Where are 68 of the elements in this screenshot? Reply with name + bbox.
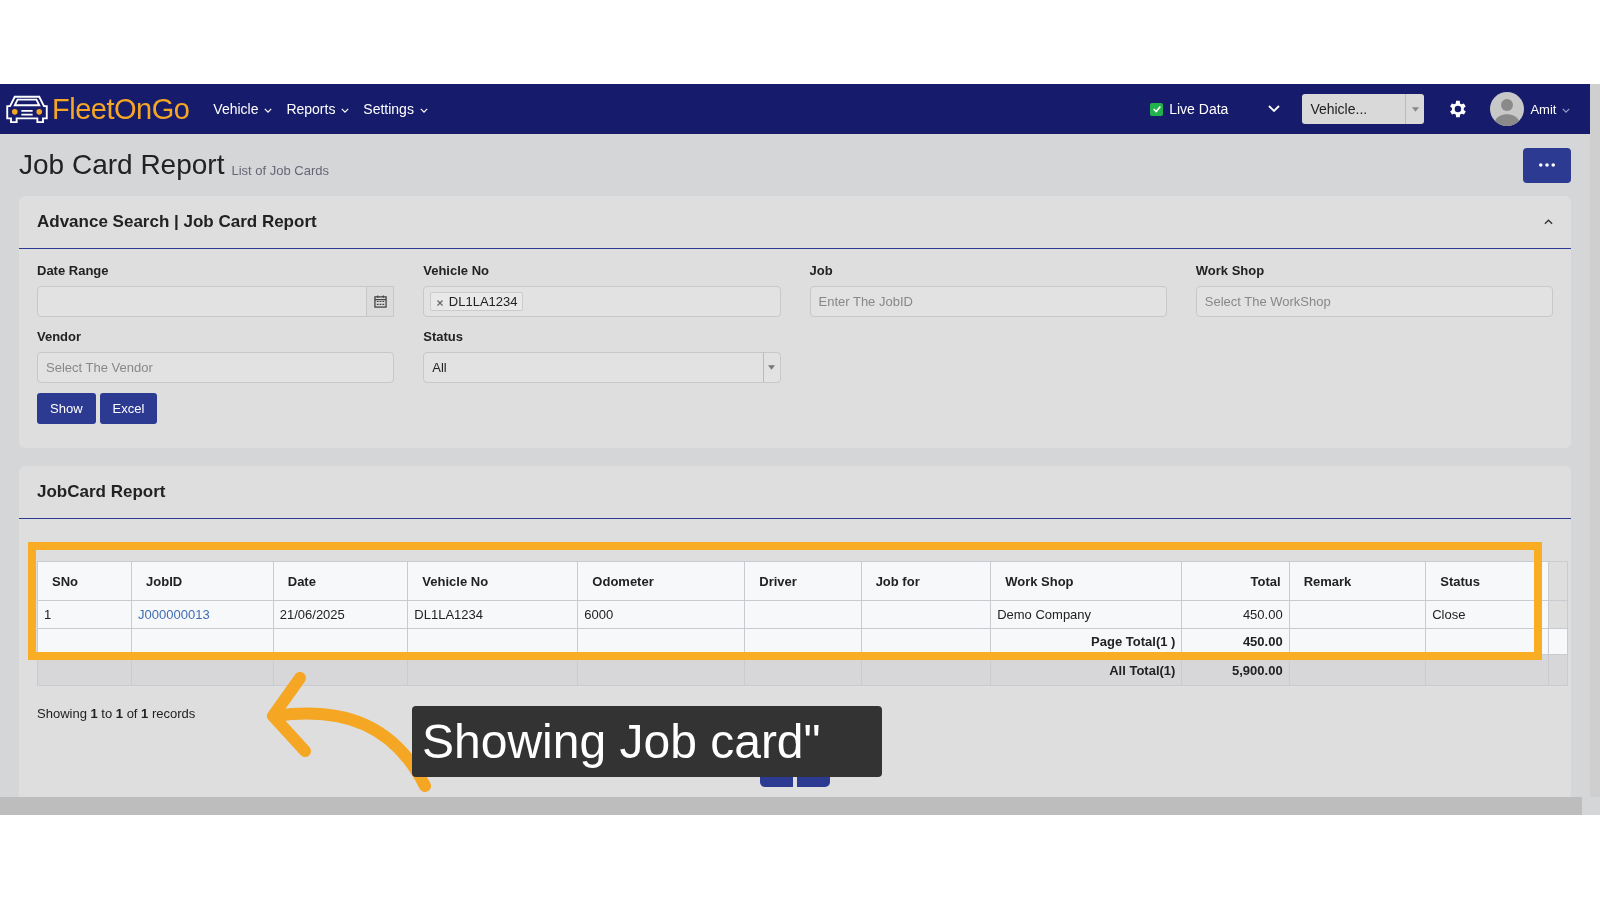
column-header[interactable]: Date — [273, 561, 408, 601]
column-header[interactable]: Status — [1425, 561, 1549, 601]
table-cell: Demo Company — [997, 607, 1092, 622]
car-logo-icon — [4, 93, 50, 125]
calendar-icon — [373, 295, 387, 308]
column-header[interactable]: Total — [1181, 561, 1290, 601]
field-label: Job — [809, 263, 834, 278]
nav-menu[interactable]: Reports — [286, 101, 350, 117]
field-label: Status — [423, 329, 464, 344]
chevron-down-icon[interactable] — [1268, 105, 1281, 113]
column-header[interactable]: SNo — [37, 561, 132, 601]
nav-menu[interactable]: Vehicle — [213, 101, 273, 117]
vehicle-field[interactable]: DL1LA1234 — [423, 286, 781, 317]
vehicle-tag[interactable]: DL1LA1234 — [430, 292, 523, 311]
column-header[interactable]: Odometer — [577, 561, 745, 601]
table-cell: DL1LA1234 — [414, 607, 483, 622]
table-cell: 450.00 — [1242, 607, 1283, 622]
field-label: Vehicle No — [423, 263, 490, 278]
card-title: JobCard Report — [37, 482, 166, 502]
search-select-field[interactable]: Select The WorkShop — [1195, 286, 1553, 317]
chevron-down-icon — [264, 107, 273, 113]
records-info: Showing 1 to 1 of 1 records — [37, 706, 197, 721]
caption-tooltip: Showing Job card" — [412, 706, 882, 777]
user-menu[interactable]: Amit — [1530, 101, 1570, 117]
all-total-label: All Total(1) — [1109, 662, 1176, 678]
table-cell: 6000 — [584, 607, 614, 622]
horizontal-scrollbar[interactable] — [0, 797, 1582, 815]
page-subtitle: List of Job Cards — [231, 162, 329, 178]
column-header[interactable]: JobID — [131, 561, 274, 601]
table-cell: 1 — [44, 607, 52, 622]
status-select[interactable]: All — [423, 352, 781, 383]
logo-text: FleetOnGo — [52, 92, 190, 126]
more-icon — [1539, 163, 1555, 167]
field-label: Date Range — [37, 263, 110, 278]
chevron-down-icon — [419, 107, 428, 113]
more-button[interactable] — [1523, 147, 1571, 183]
column-header[interactable]: Remark — [1289, 561, 1426, 601]
chevron-up-icon[interactable] — [1544, 219, 1553, 225]
nav-menu[interactable]: Settings — [363, 101, 428, 117]
chevron-down-icon — [341, 107, 350, 113]
chevron-down-icon — [1562, 107, 1570, 113]
caret-down-icon — [768, 365, 775, 370]
column-header[interactable]: Job for — [861, 561, 991, 601]
table-cell: 21/06/2025 — [279, 607, 345, 622]
action-button[interactable]: Show — [37, 393, 96, 424]
column-header[interactable]: Driver — [744, 561, 862, 601]
page-total-label: Page Total(1 ) — [1091, 634, 1176, 649]
search-select-field[interactable]: Select The Vendor — [37, 352, 395, 383]
page-title: Job Card Report — [19, 149, 225, 181]
all-total-value: 5,900.00 — [1232, 662, 1283, 678]
vertical-scrollbar[interactable] — [1590, 84, 1600, 797]
checkbox[interactable] — [1150, 102, 1164, 116]
date-range-field[interactable] — [37, 286, 368, 317]
live-data-toggle[interactable]: Live Data — [1150, 101, 1229, 117]
calendar-button[interactable] — [367, 286, 395, 317]
field-label: Vendor — [37, 329, 83, 344]
card-title: Advance Search | Job Card Report — [37, 212, 317, 232]
avatar-icon[interactable] — [1490, 92, 1525, 126]
remove-icon[interactable] — [437, 300, 444, 306]
column-header[interactable]: Vehicle No — [407, 561, 578, 601]
text-field[interactable]: Enter The JobID — [809, 286, 1167, 317]
action-button[interactable]: Excel — [99, 393, 158, 424]
page-total-value: 450.00 — [1242, 634, 1283, 649]
field-label: Work Shop — [1195, 263, 1266, 278]
caret-down-icon — [1411, 106, 1419, 112]
vehicle-select[interactable]: Vehicle... — [1302, 94, 1425, 124]
table-cell: Close — [1432, 607, 1466, 622]
column-header[interactable]: Work Shop — [990, 561, 1182, 601]
